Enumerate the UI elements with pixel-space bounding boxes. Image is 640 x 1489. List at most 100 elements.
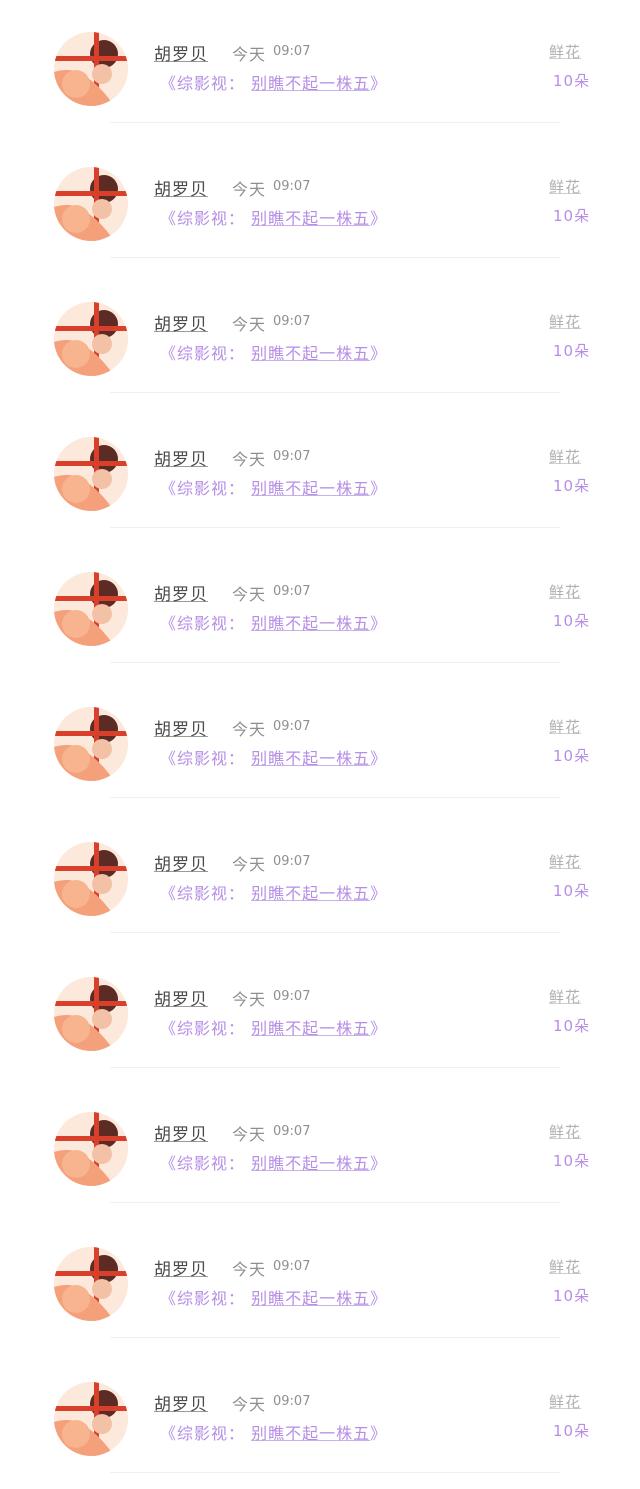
divider — [110, 122, 560, 123]
gift-record-list: 胡罗贝 今天 09:07 《综影视： 别瞧不起一株五》 鲜花 10朵 胡罗贝 今… — [0, 0, 640, 1485]
date-label: 今天 — [232, 585, 267, 604]
book-title[interactable]: 别瞧不起一株五 — [251, 209, 370, 228]
date-label: 今天 — [232, 990, 267, 1009]
book-title[interactable]: 别瞧不起一株五 — [251, 614, 370, 633]
time-label: 09:07 — [273, 584, 311, 599]
book-open-bracket: 《 — [160, 1019, 178, 1038]
book-category: 综影视： — [177, 1019, 246, 1038]
book-category: 综影视： — [177, 1289, 246, 1308]
divider — [110, 932, 560, 933]
book-link[interactable]: 《综影视： 别瞧不起一株五》 — [160, 1015, 387, 1039]
date-label: 今天 — [232, 1125, 267, 1144]
gift-type-label: 鲜花 — [549, 583, 582, 601]
gift-count: 10朵 — [553, 1287, 591, 1305]
list-item[interactable]: 胡罗贝 今天 09:07 《综影视： 别瞧不起一株五》 鲜花 10朵 — [0, 945, 640, 1080]
avatar[interactable] — [54, 32, 128, 106]
list-item[interactable]: 胡罗贝 今天 09:07 《综影视： 别瞧不起一株五》 鲜花 10朵 — [0, 1080, 640, 1215]
list-item[interactable]: 胡罗贝 今天 09:07 《综影视： 别瞧不起一株五》 鲜花 10朵 — [0, 540, 640, 675]
book-close-bracket: 》 — [370, 209, 388, 228]
avatar[interactable] — [54, 1112, 128, 1186]
divider — [110, 1202, 560, 1203]
list-item[interactable]: 胡罗贝 今天 09:07 《综影视： 别瞧不起一株五》 鲜花 10朵 — [0, 405, 640, 540]
book-open-bracket: 《 — [160, 1424, 178, 1443]
user-name[interactable]: 胡罗贝 — [154, 850, 208, 875]
book-open-bracket: 《 — [160, 74, 178, 93]
book-link[interactable]: 《综影视： 别瞧不起一株五》 — [160, 1150, 387, 1174]
avatar[interactable] — [54, 977, 128, 1051]
avatar[interactable] — [54, 1247, 128, 1321]
book-close-bracket: 》 — [370, 1424, 388, 1443]
book-link[interactable]: 《综影视： 别瞧不起一株五》 — [160, 745, 387, 769]
time-label: 09:07 — [273, 179, 311, 194]
gift-count: 10朵 — [553, 1017, 591, 1035]
user-name[interactable]: 胡罗贝 — [154, 175, 208, 200]
book-category: 综影视： — [177, 1154, 246, 1173]
book-link[interactable]: 《综影视： 别瞧不起一株五》 — [160, 880, 387, 904]
gift-count: 10朵 — [553, 612, 591, 630]
user-name[interactable]: 胡罗贝 — [154, 445, 208, 470]
list-item[interactable]: 胡罗贝 今天 09:07 《综影视： 别瞧不起一株五》 鲜花 10朵 — [0, 0, 640, 135]
list-item[interactable]: 胡罗贝 今天 09:07 《综影视： 别瞧不起一株五》 鲜花 10朵 — [0, 675, 640, 810]
user-name[interactable]: 胡罗贝 — [154, 40, 208, 65]
user-name[interactable]: 胡罗贝 — [154, 1255, 208, 1280]
date-label: 今天 — [232, 855, 267, 874]
book-title[interactable]: 别瞧不起一株五 — [251, 344, 370, 363]
book-close-bracket: 》 — [370, 749, 388, 768]
book-link[interactable]: 《综影视： 别瞧不起一株五》 — [160, 475, 387, 499]
book-title[interactable]: 别瞧不起一株五 — [251, 1289, 370, 1308]
avatar[interactable] — [54, 167, 128, 241]
avatar[interactable] — [54, 437, 128, 511]
book-title[interactable]: 别瞧不起一株五 — [251, 74, 370, 93]
book-link[interactable]: 《综影视： 别瞧不起一株五》 — [160, 340, 387, 364]
user-name[interactable]: 胡罗贝 — [154, 310, 208, 335]
date-label: 今天 — [232, 1395, 267, 1414]
time-label: 09:07 — [273, 719, 311, 734]
divider — [110, 797, 560, 798]
book-title[interactable]: 别瞧不起一株五 — [251, 1154, 370, 1173]
book-category: 综影视： — [177, 884, 246, 903]
list-item[interactable]: 胡罗贝 今天 09:07 《综影视： 别瞧不起一株五》 鲜花 10朵 — [0, 1350, 640, 1485]
gift-type-label: 鲜花 — [549, 988, 582, 1006]
book-category: 综影视： — [177, 209, 246, 228]
book-category: 综影视： — [177, 1424, 246, 1443]
book-close-bracket: 》 — [370, 479, 388, 498]
user-name[interactable]: 胡罗贝 — [154, 1120, 208, 1145]
user-name[interactable]: 胡罗贝 — [154, 985, 208, 1010]
date-label: 今天 — [232, 1260, 267, 1279]
book-link[interactable]: 《综影视： 别瞧不起一株五》 — [160, 1420, 387, 1444]
gift-type-label: 鲜花 — [549, 313, 582, 331]
gift-count: 10朵 — [553, 207, 591, 225]
avatar[interactable] — [54, 572, 128, 646]
gift-count: 10朵 — [553, 1422, 591, 1440]
book-close-bracket: 》 — [370, 1019, 388, 1038]
gift-type-label: 鲜花 — [549, 1258, 582, 1276]
time-label: 09:07 — [273, 1259, 311, 1274]
book-title[interactable]: 别瞧不起一株五 — [251, 884, 370, 903]
avatar[interactable] — [54, 1382, 128, 1456]
avatar[interactable] — [54, 707, 128, 781]
gift-count: 10朵 — [553, 747, 591, 765]
gift-count: 10朵 — [553, 72, 591, 90]
list-item[interactable]: 胡罗贝 今天 09:07 《综影视： 别瞧不起一株五》 鲜花 10朵 — [0, 135, 640, 270]
book-link[interactable]: 《综影视： 别瞧不起一株五》 — [160, 70, 387, 94]
book-link[interactable]: 《综影视： 别瞧不起一株五》 — [160, 1285, 387, 1309]
list-item[interactable]: 胡罗贝 今天 09:07 《综影视： 别瞧不起一株五》 鲜花 10朵 — [0, 270, 640, 405]
book-link[interactable]: 《综影视： 别瞧不起一株五》 — [160, 205, 387, 229]
user-name[interactable]: 胡罗贝 — [154, 580, 208, 605]
book-title[interactable]: 别瞧不起一株五 — [251, 1019, 370, 1038]
avatar[interactable] — [54, 302, 128, 376]
book-link[interactable]: 《综影视： 别瞧不起一株五》 — [160, 610, 387, 634]
user-name[interactable]: 胡罗贝 — [154, 1390, 208, 1415]
book-title[interactable]: 别瞧不起一株五 — [251, 1424, 370, 1443]
user-name[interactable]: 胡罗贝 — [154, 715, 208, 740]
gift-type-label: 鲜花 — [549, 1123, 582, 1141]
date-label: 今天 — [232, 315, 267, 334]
list-item[interactable]: 胡罗贝 今天 09:07 《综影视： 别瞧不起一株五》 鲜花 10朵 — [0, 810, 640, 945]
book-category: 综影视： — [177, 749, 246, 768]
book-title[interactable]: 别瞧不起一株五 — [251, 749, 370, 768]
list-item[interactable]: 胡罗贝 今天 09:07 《综影视： 别瞧不起一株五》 鲜花 10朵 — [0, 1215, 640, 1350]
book-category: 综影视： — [177, 479, 246, 498]
book-open-bracket: 《 — [160, 749, 178, 768]
book-title[interactable]: 别瞧不起一株五 — [251, 479, 370, 498]
avatar[interactable] — [54, 842, 128, 916]
